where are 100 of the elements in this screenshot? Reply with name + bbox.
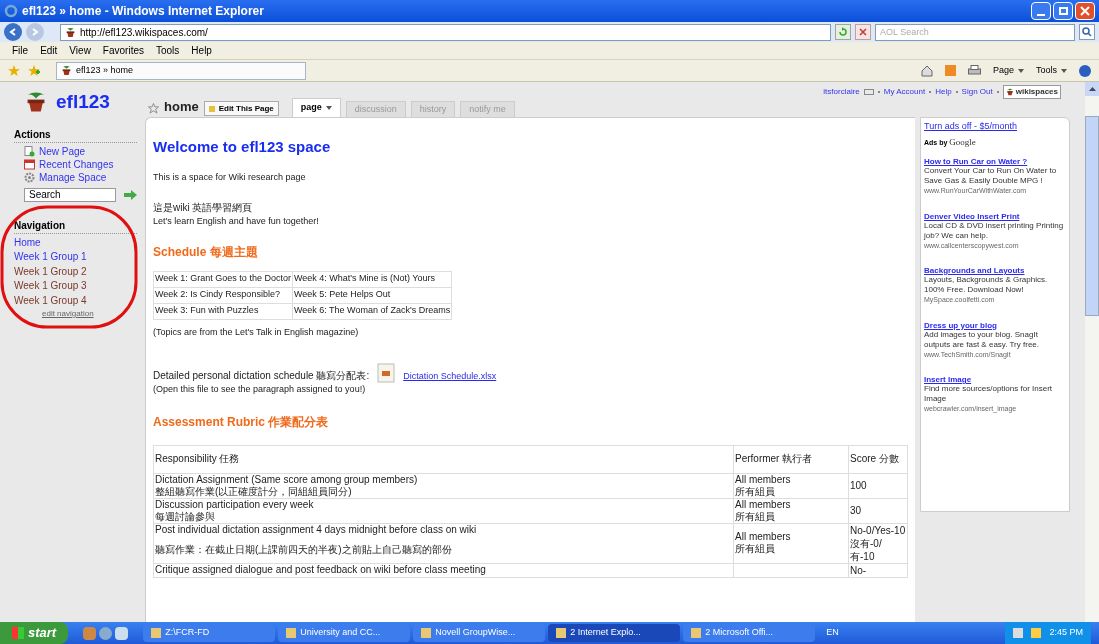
close-button[interactable] — [1075, 2, 1095, 20]
ad-title-link[interactable]: Denver Video Insert Print — [924, 211, 1066, 221]
action-link[interactable]: Manage Space — [39, 169, 107, 185]
user-link[interactable]: itsforclaire — [823, 86, 860, 98]
address-field[interactable]: http://efl123.wikispaces.com/ — [60, 23, 831, 41]
paragraph: 這是wiki 英語學習網頁 — [153, 201, 254, 215]
back-button[interactable] — [4, 23, 22, 41]
command-menu[interactable]: Tools — [1036, 63, 1067, 78]
spreadsheet-file-icon — [377, 363, 396, 383]
table-cell-text: Discussion participation every week — [155, 498, 315, 511]
caret-icon — [1061, 68, 1067, 73]
table-cell-text: 每週討論參與 — [155, 510, 216, 523]
column-header: Performer 執行者 — [733, 445, 849, 473]
taskbar-button[interactable]: 2 Microsoft Offi... — [683, 624, 816, 642]
calendar-icon — [24, 158, 35, 170]
add-star-icon — [28, 64, 40, 77]
taskbar-button[interactable]: University and CC... — [278, 624, 411, 642]
user-link[interactable]: Help — [935, 86, 952, 98]
scroll-up-button[interactable] — [1085, 82, 1099, 96]
quick-launch-icon — [83, 626, 97, 640]
table-cell: Week 4: What's Mine is (Not) Yours — [292, 271, 452, 287]
stop-button[interactable] — [855, 24, 871, 40]
app-icon — [421, 628, 432, 638]
ad-text: Local CD & DVD insert printing Printing job? We can help. — [924, 220, 1065, 241]
action-link[interactable]: Recent Changes — [39, 156, 114, 172]
new-page-icon — [24, 145, 35, 157]
ad-title-link[interactable]: How to Run Car on Water ? — [924, 157, 1066, 166]
menu-item[interactable]: Favorites — [102, 43, 144, 58]
menu-item[interactable]: View — [69, 43, 91, 58]
gear-icon — [24, 171, 35, 183]
navigation-link[interactable]: Week 1 Group 3 — [14, 279, 145, 294]
google-label: Google — [949, 135, 976, 149]
taskbar-button[interactable]: 2 Internet Explo... — [548, 624, 681, 642]
start-button[interactable]: start — [0, 622, 69, 644]
wikispaces-badge[interactable]: wikispaces — [1002, 85, 1061, 99]
site-icon — [65, 26, 76, 38]
plant-pot-icon — [1005, 88, 1014, 96]
edit-page-button[interactable]: Edit This Page — [203, 101, 279, 116]
browser-tab[interactable]: efl123 » home — [56, 61, 306, 80]
menu-item[interactable]: File — [12, 43, 29, 58]
page-title: home — [164, 97, 199, 116]
user-link[interactable]: My Account — [883, 86, 926, 98]
menu-item[interactable]: Help — [191, 43, 212, 58]
table-cell-text: 100 — [850, 479, 868, 492]
user-link[interactable]: Sign Out — [961, 86, 993, 98]
edit-navigation-link[interactable]: edit navigation — [42, 308, 145, 320]
ad-title-link[interactable]: Dress up your blog — [924, 320, 1066, 330]
refresh-icon — [838, 27, 848, 37]
menu-item[interactable]: Tools — [156, 43, 180, 58]
arrow-icon — [124, 189, 137, 200]
caret-icon — [325, 105, 332, 110]
navigation-link[interactable]: Week 1 Group 1 — [14, 250, 145, 265]
table-cell-text: 所有組員 — [735, 543, 776, 555]
search-field[interactable]: Search — [24, 187, 116, 202]
navigation-link[interactable]: Week 1 Group 2 — [14, 264, 145, 279]
table-cell-text: 所有組員 — [735, 485, 776, 498]
ads-off-link[interactable]: Turn ads off - $5/month — [924, 120, 1066, 134]
navigation-link[interactable]: Week 1 Group 4 — [14, 293, 145, 308]
stop-icon — [859, 28, 867, 36]
sidebar-heading: Navigation — [14, 217, 137, 234]
ad-title-link[interactable]: Backgrounds and Layouts — [924, 266, 1066, 275]
close-icon — [1080, 6, 1090, 16]
app-icon — [556, 628, 567, 638]
scrollbar-thumb[interactable] — [1085, 116, 1099, 316]
quick-launch-icon — [115, 626, 129, 640]
table-cell-text: Post individual dictation assignment 4 days midnight before class on wiki — [155, 523, 478, 536]
refresh-button[interactable] — [835, 24, 851, 40]
table-cell: Week 1: Grant Goes to the Doctor — [153, 271, 293, 287]
page-tab[interactable]: page — [291, 98, 341, 117]
tray-icon — [1031, 628, 1042, 638]
scrollbar[interactable] — [1085, 82, 1099, 622]
paragraph: Let's learn English and have fun together! — [153, 215, 320, 228]
ad-text: Add images to your blog. SnagIt outputs are fast & easy. Try free. — [924, 329, 1040, 350]
search-icon — [1082, 27, 1092, 37]
app-icon — [151, 628, 162, 638]
section-heading: Schedule 每週主題 — [153, 243, 259, 261]
navigation-link[interactable]: Home — [14, 235, 145, 250]
command-menu[interactable]: Page — [992, 63, 1024, 78]
taskbar-button[interactable]: Z:\FCR-FD — [143, 624, 276, 642]
clock: 2:45 PM — [1049, 626, 1083, 640]
maximize-button[interactable] — [1053, 2, 1073, 20]
table-cell-text: All members — [735, 498, 792, 511]
taskbar-button[interactable]: Novell GroupWise... — [413, 624, 546, 642]
file-link[interactable]: Dictation Schedule.xlsx — [403, 369, 497, 383]
ad-title-link[interactable]: Insert Image — [924, 375, 1066, 384]
search-field[interactable]: AOL Search — [875, 23, 1075, 41]
action-link[interactable]: New Page — [39, 143, 86, 159]
column-header: Score 分數 — [848, 445, 908, 473]
ad-text: Find more sources/options for Insert Image — [924, 384, 1054, 404]
page-heading: Welcome to efl123 space — [153, 137, 332, 157]
table-cell: Week 2: Is Cindy Responsible? — [153, 287, 293, 303]
caret-icon — [1018, 68, 1024, 73]
ad-text: Layouts, Backgrounds & Graphics. 100% Free. Download Now! — [924, 275, 1049, 295]
table-cell-text: 聽寫作業：在截止日期(上課前四天的半夜)之前貼上自己聽寫的部份 — [155, 543, 453, 556]
printer-icon — [967, 65, 981, 76]
table-cell-text: No- — [850, 563, 868, 577]
menu-item[interactable]: Edit — [40, 43, 58, 58]
minimize-button[interactable] — [1031, 2, 1051, 20]
search-button[interactable] — [1079, 24, 1095, 40]
home-icon — [920, 64, 933, 77]
